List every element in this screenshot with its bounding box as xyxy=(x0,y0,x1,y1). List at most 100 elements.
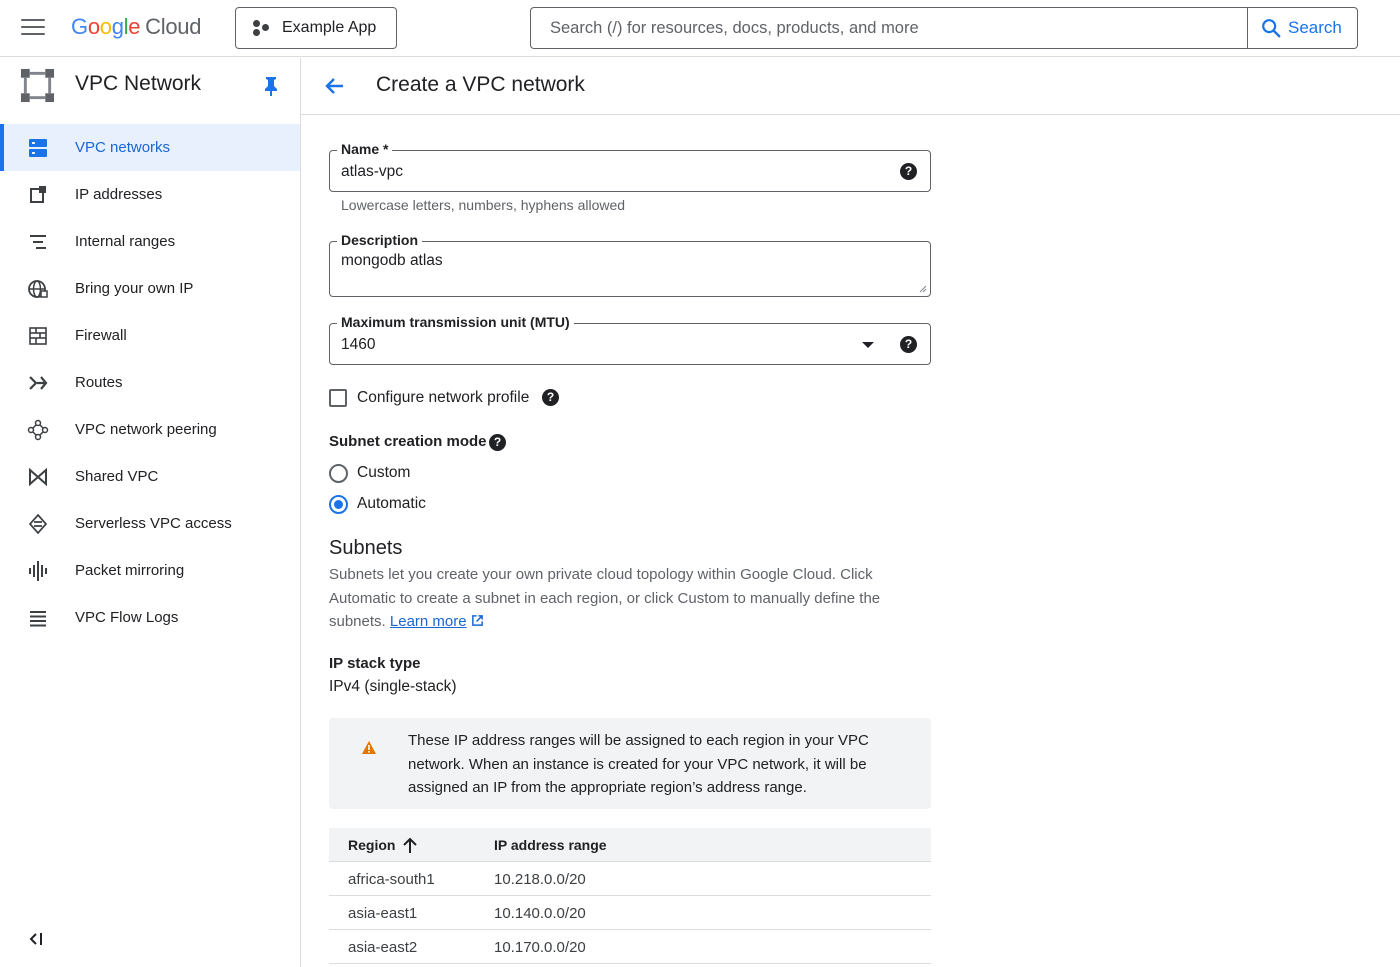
name-field-value: atlas-vpc xyxy=(341,163,404,180)
ip-range-cell: 10.218.0.0/20 xyxy=(494,871,586,888)
name-field[interactable]: Name * atlas-vpc ? xyxy=(329,141,931,192)
sidebar-title: VPC Network xyxy=(75,72,202,95)
subnet-mode-help-icon[interactable]: ? xyxy=(489,434,506,451)
subnets-heading: Subnets xyxy=(329,537,403,559)
logo-letter: e xyxy=(128,14,141,39)
ip-range-warning: These IP address ranges will be assigned… xyxy=(329,718,931,809)
name-hint: Lowercase letters, numbers, hyphens allo… xyxy=(341,197,626,213)
sidebar-item-routes[interactable]: Routes xyxy=(0,359,300,406)
search-button[interactable]: Search xyxy=(1247,7,1358,49)
sidebar-item-bring-your-own-ip[interactable]: Bring your own IP xyxy=(0,265,300,312)
warning-icon xyxy=(362,741,376,754)
search-input[interactable]: Search (/) for resources, docs, products… xyxy=(530,7,1248,49)
search-button-label: Search xyxy=(1288,18,1342,37)
mtu-help-icon[interactable]: ? xyxy=(900,336,917,353)
sidebar-item-shared-vpc[interactable]: Shared VPC xyxy=(0,453,300,500)
external-link-icon[interactable] xyxy=(471,614,484,627)
pin-icon[interactable] xyxy=(262,76,280,96)
serverless-icon xyxy=(28,513,48,535)
sidebar-item-internal-ranges[interactable]: Internal ranges xyxy=(0,218,300,265)
project-name: Example App xyxy=(282,19,377,36)
ip-range-cell: 10.140.0.0/20 xyxy=(494,905,586,922)
sidebar-item-serverless-vpc-access[interactable]: Serverless VPC access xyxy=(0,500,300,547)
sidebar: VPC Network VPC networks IP addresses In… xyxy=(0,58,301,967)
main-menu-icon[interactable] xyxy=(21,19,45,37)
logo-letter: o xyxy=(99,14,112,39)
sidebar-item-label: VPC Flow Logs xyxy=(75,609,179,626)
logo-product: Cloud xyxy=(145,14,202,39)
logo-letter: o xyxy=(87,14,100,39)
radio-automatic-label: Automatic xyxy=(357,495,426,512)
vpc-product-icon xyxy=(20,68,55,103)
search-placeholder: Search (/) for resources, docs, products… xyxy=(550,18,919,37)
sidebar-item-label: IP addresses xyxy=(75,186,163,203)
warning-text: These IP address ranges will be assigned… xyxy=(408,732,869,796)
subnet-table-header: Region IP address range xyxy=(329,828,931,862)
region-cell: africa-south1 xyxy=(348,871,435,888)
network-profile-checkbox[interactable] xyxy=(329,389,347,407)
top-bar: Google Cloud Example App Search (/) for r… xyxy=(0,0,1400,57)
sidebar-item-vpc-networks[interactable]: VPC networks xyxy=(0,124,300,171)
project-dots-icon xyxy=(252,19,270,37)
mtu-field-label: Maximum transmission unit (MTU) xyxy=(337,314,574,330)
radio-automatic[interactable] xyxy=(329,495,348,514)
ip-addresses-icon xyxy=(30,186,46,203)
firewall-icon xyxy=(29,327,47,345)
network-profile-help-icon[interactable]: ? xyxy=(542,389,559,406)
sidebar-item-vpc-flow-logs[interactable]: VPC Flow Logs xyxy=(0,594,300,641)
region-column-header[interactable]: Region xyxy=(348,837,395,853)
google-cloud-logo[interactable]: Google Cloud xyxy=(71,14,201,40)
sidebar-item-label: VPC network peering xyxy=(75,421,217,438)
search-icon xyxy=(1262,19,1281,38)
vpc-networks-icon xyxy=(29,139,47,157)
packet-mirroring-icon xyxy=(29,561,47,581)
ip-stack-label: IP stack type xyxy=(329,655,421,672)
back-arrow-icon[interactable] xyxy=(323,74,347,98)
mtu-select[interactable]: Maximum transmission unit (MTU) 1460 ? xyxy=(329,314,931,365)
table-row: africa-south1 10.218.0.0/20 xyxy=(329,862,931,896)
sidebar-item-label: Serverless VPC access xyxy=(75,515,232,532)
table-row: asia-east2 10.170.0.0/20 xyxy=(329,930,931,964)
learn-more-link[interactable]: Learn more xyxy=(390,613,467,630)
subnets-description: Subnets let you create your own private … xyxy=(329,563,919,634)
page-header: Create a VPC network xyxy=(301,58,1400,115)
sidebar-item-label: Bring your own IP xyxy=(75,280,194,297)
sidebar-item-label: Packet mirroring xyxy=(75,562,185,579)
sidebar-item-label: Shared VPC xyxy=(75,468,159,485)
page-title: Create a VPC network xyxy=(376,73,585,96)
sidebar-item-label: VPC networks xyxy=(75,139,171,156)
radio-custom-label: Custom xyxy=(357,464,411,481)
radio-custom[interactable] xyxy=(329,464,348,483)
logo-letter: G xyxy=(71,14,88,39)
subnet-mode-label: Subnet creation mode xyxy=(329,433,487,450)
region-cell: asia-east1 xyxy=(348,905,418,922)
sidebar-item-vpc-network-peering[interactable]: VPC network peering xyxy=(0,406,300,453)
dropdown-arrow-icon[interactable] xyxy=(862,342,874,348)
project-picker-button[interactable]: Example App xyxy=(235,7,397,49)
sort-ascending-icon[interactable] xyxy=(402,837,418,854)
globe-icon xyxy=(28,280,48,298)
mtu-field-value: 1460 xyxy=(341,336,376,353)
name-field-label: Name * xyxy=(337,141,393,157)
routes-icon xyxy=(29,376,48,390)
ip-range-column-header: IP address range xyxy=(494,837,607,853)
description-field-value: mongodb atlas xyxy=(341,252,443,269)
resize-handle-icon[interactable] xyxy=(919,285,927,293)
sidebar-item-ip-addresses[interactable]: IP addresses xyxy=(0,171,300,218)
network-profile-label: Configure network profile xyxy=(357,389,530,406)
learn-more-label: Learn more xyxy=(389,613,467,630)
collapse-sidebar-icon[interactable] xyxy=(28,932,46,946)
sidebar-item-label: Firewall xyxy=(75,327,127,344)
sidebar-item-label: Routes xyxy=(75,374,123,391)
sidebar-item-firewall[interactable]: Firewall xyxy=(0,312,300,359)
ip-range-cell: 10.170.0.0/20 xyxy=(494,939,586,956)
sidebar-header: VPC Network xyxy=(0,58,300,115)
sidebar-item-packet-mirroring[interactable]: Packet mirroring xyxy=(0,547,300,594)
region-cell: asia-east2 xyxy=(348,939,418,956)
name-help-icon[interactable]: ? xyxy=(900,163,917,180)
sidebar-item-label: Internal ranges xyxy=(75,233,176,250)
ip-stack-value: IPv4 (single-stack) xyxy=(329,678,457,695)
description-field-label: Description xyxy=(337,232,423,248)
table-row: asia-east1 10.140.0.0/20 xyxy=(329,896,931,930)
description-field[interactable]: Description mongodb atlas xyxy=(329,232,931,297)
